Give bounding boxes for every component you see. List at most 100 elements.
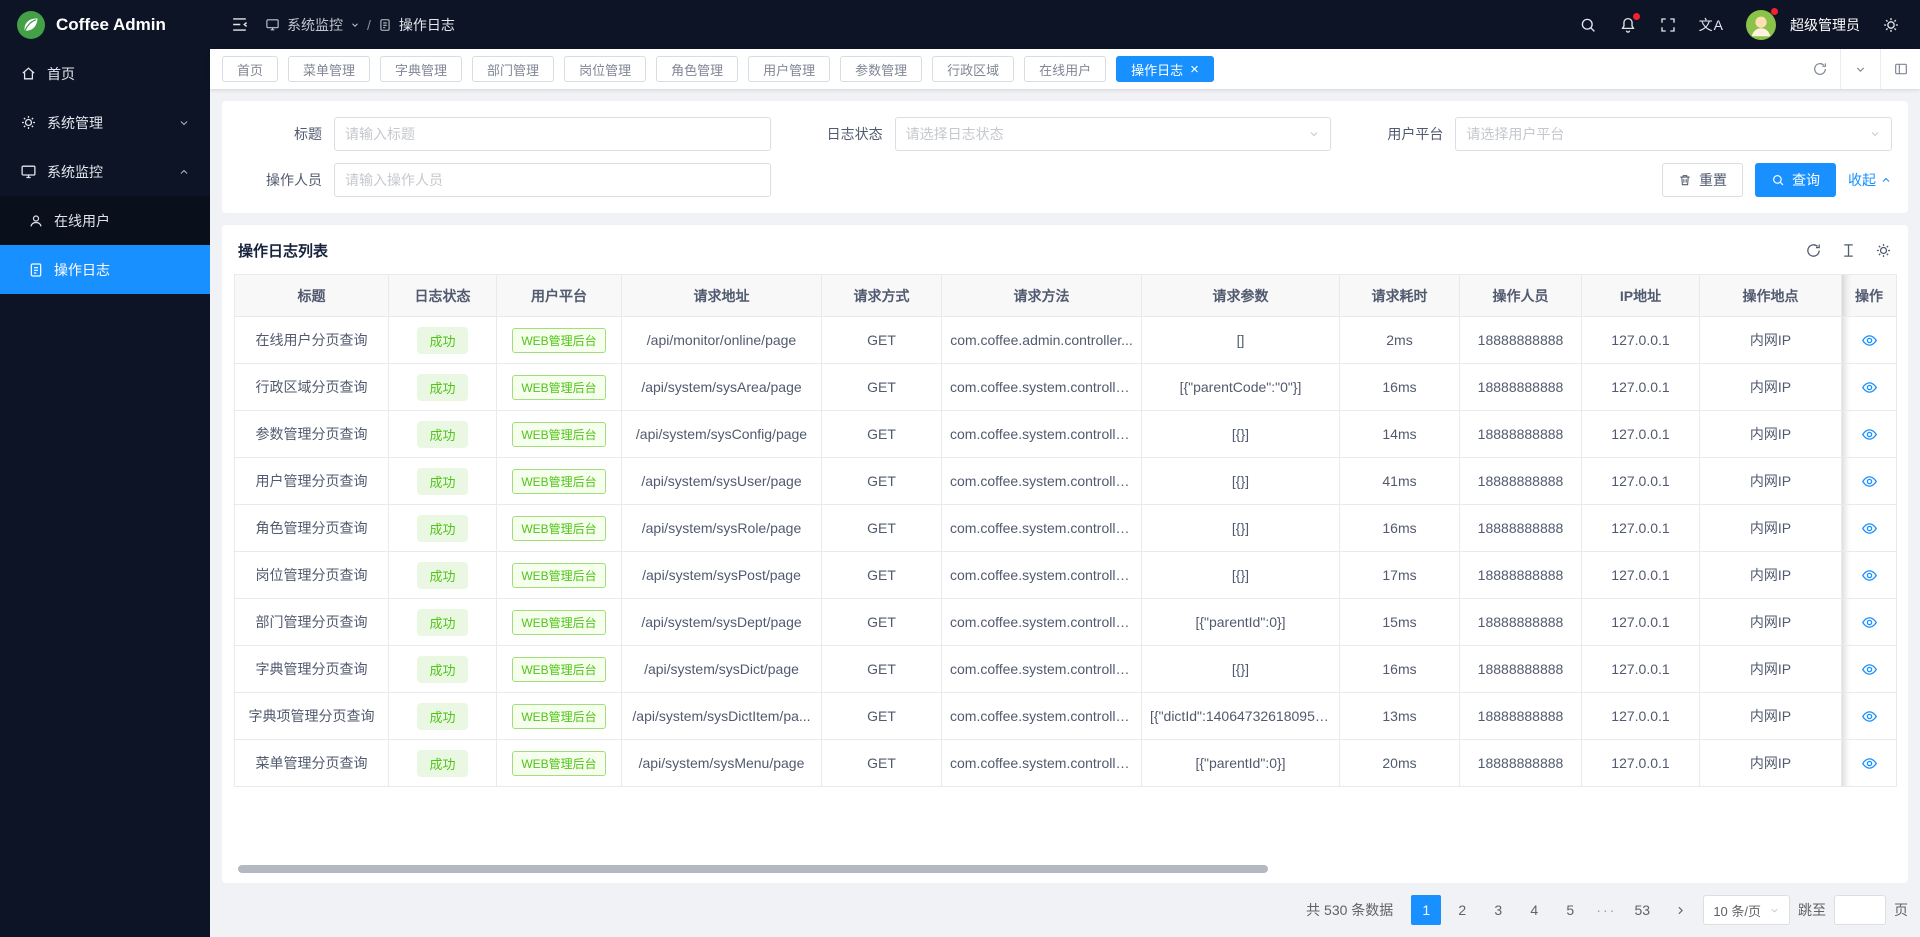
eye-icon — [1861, 473, 1878, 490]
sidebar-item-operation-logs[interactable]: 操作日志 — [0, 245, 210, 294]
tab[interactable]: 角色管理 — [656, 56, 738, 82]
tab[interactable]: 字典管理 — [380, 56, 462, 82]
sidebar-submenu: 在线用户 操作日志 — [0, 196, 210, 294]
username[interactable]: 超级管理员 — [1790, 15, 1860, 35]
cell-location: 内网IP — [1700, 458, 1842, 505]
cell-ip: 127.0.0.1 — [1582, 411, 1700, 458]
sidebar-item-home[interactable]: 首页 — [0, 49, 210, 98]
operator-input[interactable] — [334, 163, 771, 197]
pagination-page[interactable]: 2 — [1447, 895, 1477, 925]
table-wrap: 标题日志状态用户平台请求地址请求方式请求方法请求参数请求耗时操作人员IP地址操作… — [222, 274, 1908, 787]
table-row: 参数管理分页查询成功WEB管理后台/api/system/sysConfig/p… — [235, 411, 1897, 458]
pagination-page[interactable]: 53 — [1627, 895, 1657, 925]
cell-title: 岗位管理分页查询 — [235, 552, 389, 599]
content-layout-icon[interactable] — [1880, 49, 1920, 89]
column-settings-gear-icon[interactable] — [1875, 242, 1892, 259]
status-badge: 成功 — [417, 750, 467, 777]
translate-icon[interactable]: 文A — [1699, 15, 1724, 35]
cell-request-method: GET — [822, 693, 942, 740]
cell-title: 菜单管理分页查询 — [235, 740, 389, 787]
tab[interactable]: 岗位管理 — [564, 56, 646, 82]
horizontal-scrollbar-thumb[interactable] — [238, 865, 1268, 873]
view-detail-button[interactable] — [1861, 332, 1878, 349]
cell-request-method: GET — [822, 411, 942, 458]
title-input[interactable] — [334, 117, 771, 151]
view-detail-button[interactable] — [1861, 755, 1878, 772]
page-size-select[interactable]: 10 条/页 — [1703, 895, 1790, 925]
view-detail-button[interactable] — [1861, 614, 1878, 631]
cell-duration: 20ms — [1340, 740, 1460, 787]
pagination-page[interactable]: 5 — [1555, 895, 1585, 925]
home-icon — [20, 65, 37, 82]
pagination-page[interactable]: 1 — [1411, 895, 1441, 925]
view-detail-button[interactable] — [1861, 661, 1878, 678]
eye-icon — [1861, 708, 1878, 725]
menu-fold-icon[interactable] — [230, 15, 249, 34]
pagination-page[interactable]: 3 — [1483, 895, 1513, 925]
cell-duration: 16ms — [1340, 646, 1460, 693]
tab-active[interactable]: 操作日志× — [1116, 56, 1214, 82]
cell-ip: 127.0.0.1 — [1582, 646, 1700, 693]
sidebar-item-system-monitor[interactable]: 系统监控 — [0, 147, 210, 196]
cell-actions — [1842, 552, 1897, 599]
cell-ip: 127.0.0.1 — [1582, 599, 1700, 646]
collapse-link[interactable]: 收起 — [1848, 170, 1892, 190]
view-detail-button[interactable] — [1861, 708, 1878, 725]
sidebar-item-label: 操作日志 — [54, 260, 110, 280]
refresh-icon[interactable] — [1805, 242, 1822, 259]
horizontal-scrollbar — [234, 865, 1896, 873]
avatar[interactable] — [1746, 10, 1776, 40]
fullscreen-icon[interactable] — [1659, 16, 1677, 34]
tab-close-icon[interactable]: × — [1190, 62, 1199, 77]
jump-page-input[interactable] — [1834, 895, 1886, 925]
view-detail-button[interactable] — [1861, 379, 1878, 396]
cell-params: [{"dictId":140647326180950... — [1142, 693, 1340, 740]
platform-badge: WEB管理后台 — [512, 328, 605, 353]
notification-bell-icon[interactable] — [1619, 16, 1637, 34]
column-header: 请求耗时 — [1340, 275, 1460, 317]
cell-title: 在线用户分页查询 — [235, 317, 389, 364]
cell-location: 内网IP — [1700, 317, 1842, 364]
reset-button[interactable]: 重置 — [1662, 163, 1743, 197]
topbar: 系统监控 / 操作日志 文A 超级管理员 — [210, 0, 1920, 49]
view-detail-button[interactable] — [1861, 426, 1878, 443]
search-button[interactable]: 查询 — [1755, 163, 1836, 197]
cell-params: [{}] — [1142, 411, 1340, 458]
trash-icon — [1678, 173, 1692, 187]
tab[interactable]: 参数管理 — [840, 56, 922, 82]
app-logo-icon — [16, 10, 46, 40]
sidebar-item-online-users[interactable]: 在线用户 — [0, 196, 210, 245]
eye-icon — [1861, 379, 1878, 396]
log-status-select[interactable]: 请选择日志状态 — [895, 117, 1332, 151]
tab-actions-chevron-down-icon[interactable] — [1840, 49, 1880, 89]
view-detail-button[interactable] — [1861, 473, 1878, 490]
tab[interactable]: 首页 — [222, 56, 278, 82]
view-detail-button[interactable] — [1861, 567, 1878, 584]
user-platform-select[interactable]: 请选择用户平台 — [1455, 117, 1892, 151]
tab[interactable]: 菜单管理 — [288, 56, 370, 82]
cell-handler: com.coffee.system.controlle... — [942, 505, 1142, 552]
cell-actions — [1842, 599, 1897, 646]
row-density-icon[interactable] — [1840, 242, 1857, 259]
tab[interactable]: 用户管理 — [748, 56, 830, 82]
next-page-button[interactable] — [1665, 895, 1695, 925]
tab[interactable]: 在线用户 — [1024, 56, 1106, 82]
pagination-page[interactable]: 4 — [1519, 895, 1549, 925]
sidebar-item-system-management[interactable]: 系统管理 — [0, 98, 210, 147]
search-icon[interactable] — [1579, 16, 1597, 34]
breadcrumb-section[interactable]: 系统监控 — [287, 15, 343, 35]
column-header: 请求参数 — [1142, 275, 1340, 317]
view-detail-button[interactable] — [1861, 520, 1878, 537]
cell-title: 角色管理分页查询 — [235, 505, 389, 552]
cell-location: 内网IP — [1700, 552, 1842, 599]
cell-request-method: GET — [822, 458, 942, 505]
cell-platform: WEB管理后台 — [497, 505, 622, 552]
cell-operator: 18888888888 — [1460, 599, 1582, 646]
refresh-icon[interactable] — [1800, 49, 1840, 89]
settings-gear-icon[interactable] — [1882, 16, 1900, 34]
tab[interactable]: 部门管理 — [472, 56, 554, 82]
cell-params: [{"parentId":0}] — [1142, 740, 1340, 787]
cell-ip: 127.0.0.1 — [1582, 458, 1700, 505]
tab[interactable]: 行政区域 — [932, 56, 1014, 82]
table-empty-space — [222, 787, 1908, 859]
